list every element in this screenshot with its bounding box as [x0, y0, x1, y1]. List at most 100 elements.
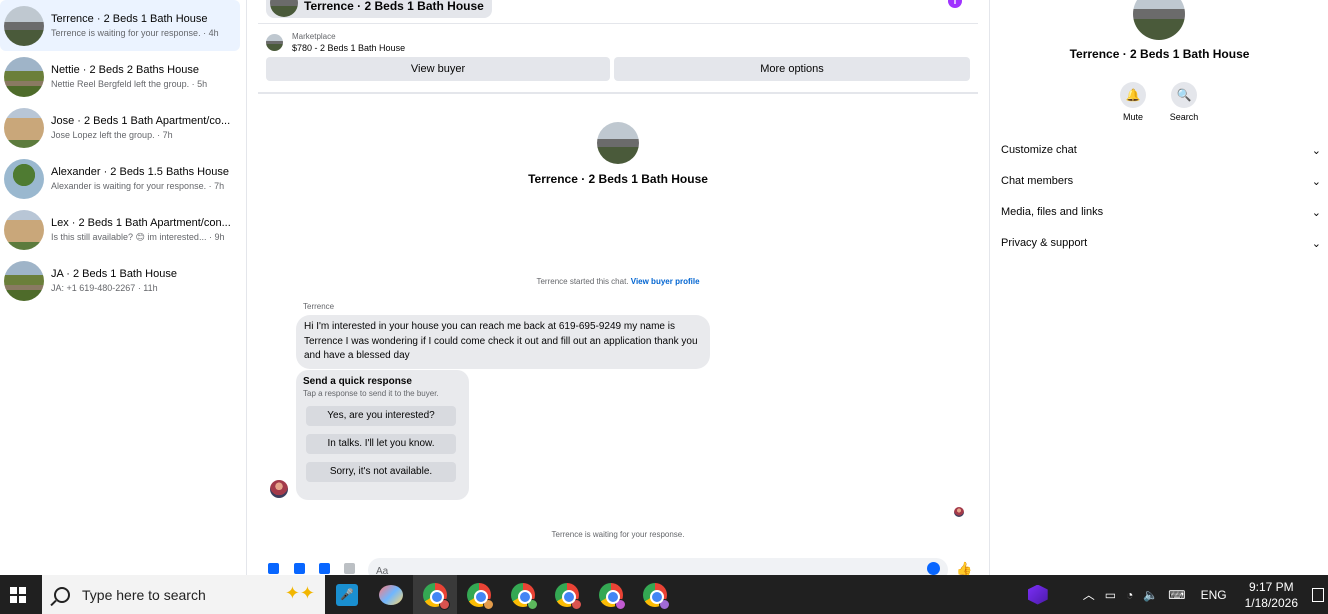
- avatar: [4, 260, 44, 301]
- quick-response-option[interactable]: In talks. I'll let you know.: [306, 434, 456, 454]
- conversation-item[interactable]: Jose · 2 Beds 1 Bath Apartment/co... Jos…: [0, 102, 246, 153]
- message-composer: Aa 👍: [258, 558, 978, 575]
- chrome-icon: [555, 582, 582, 610]
- taskbar: Type here to search ✦✦ 🎤 ︿ ▭ ◔ 🔈 ⌨ ENG 9…: [0, 575, 1328, 614]
- read-receipt-avatar: [954, 507, 964, 517]
- mute-action[interactable]: 🔔 Mute: [1113, 82, 1153, 122]
- waiting-notice: Terrence is waiting for your response.: [551, 530, 685, 539]
- chat-header-pill[interactable]: Terrence · 2 Beds 1 Bath House: [266, 0, 492, 18]
- marketplace-label: Marketplace: [292, 32, 336, 41]
- taskbar-app-chrome[interactable]: [545, 575, 589, 614]
- volume-icon[interactable]: 🔈: [1143, 588, 1158, 602]
- wifi-icon[interactable]: ◔: [1126, 588, 1133, 602]
- details-panel: Terrence · 2 Beds 1 Bath House 🔔 Mute 🔍 …: [989, 0, 1328, 575]
- conversation-subtitle: Alexander is waiting for your response. …: [51, 181, 225, 191]
- conversation-item[interactable]: Terrence · 2 Beds 1 Bath House Terrence …: [0, 0, 240, 51]
- clock-date: 1/18/2026: [1244, 595, 1298, 610]
- taskbar-app-chrome[interactable]: [633, 575, 677, 614]
- view-buyer-profile-link[interactable]: View buyer profile: [631, 277, 700, 286]
- sparkle-icon: ✦✦: [284, 583, 315, 603]
- conversation-title: JA · 2 Beds 1 Bath House: [51, 268, 177, 280]
- section-label: Privacy & support: [1001, 237, 1088, 249]
- listing-thumbnail: [266, 34, 283, 51]
- start-button[interactable]: [0, 575, 36, 614]
- conversation-item[interactable]: JA · 2 Beds 1 Bath House JA: +1 619-480-…: [0, 255, 246, 306]
- section-privacy-support[interactable]: Privacy & support ⌄: [1001, 233, 1321, 253]
- notification-icon[interactable]: [1312, 587, 1324, 602]
- quick-response-option[interactable]: Yes, are you interested?: [306, 406, 456, 426]
- section-media-files-links[interactable]: Media, files and links ⌄: [1001, 202, 1321, 222]
- view-buyer-button[interactable]: View buyer: [266, 57, 610, 81]
- quick-response-subtitle: Tap a response to send it to the buyer.: [303, 389, 439, 398]
- quick-response-option[interactable]: Sorry, it's not available.: [306, 462, 456, 482]
- search-action[interactable]: 🔍 Search: [1164, 82, 1204, 122]
- section-customize-chat[interactable]: Customize chat ⌄: [1001, 140, 1321, 160]
- listing-title[interactable]: $780 - 2 Beds 1 Bath House: [292, 43, 405, 53]
- conversation-item[interactable]: Alexander · 2 Beds 1.5 Baths House Alexa…: [0, 153, 246, 204]
- taskbar-search-placeholder: Type here to search: [82, 586, 206, 603]
- more-options-button[interactable]: More options: [614, 57, 970, 81]
- taskbar-app-voice[interactable]: 🎤: [325, 575, 369, 614]
- conversation-item[interactable]: Lex · 2 Beds 1 Bath Apartment/con... Is …: [0, 204, 246, 255]
- keyboard-icon[interactable]: ⌨: [1168, 588, 1185, 602]
- conversation-subtitle: Is this still available? 😊 im interested…: [51, 231, 225, 242]
- bell-icon: 🔔: [1120, 82, 1146, 108]
- taskbar-app-chrome[interactable]: [457, 575, 501, 614]
- sticker-icon[interactable]: [319, 563, 330, 574]
- section-label: Chat members: [1001, 175, 1074, 187]
- avatar[interactable]: [597, 122, 639, 164]
- taskbar-search[interactable]: Type here to search ✦✦: [42, 575, 325, 614]
- taskbar-app-chrome[interactable]: [413, 575, 457, 614]
- taskbar-app-chrome[interactable]: [589, 575, 633, 614]
- image-icon[interactable]: [294, 563, 305, 574]
- conversation-subtitle: Nettie Reel Bergfeld left the group. · 5…: [51, 79, 208, 89]
- conversation-title: Alexander · 2 Beds 1.5 Baths House: [51, 166, 229, 178]
- taskbar-app-chrome[interactable]: [501, 575, 545, 614]
- conversation-title: Nettie · 2 Beds 2 Baths House: [51, 64, 199, 76]
- chrome-icon: [467, 582, 494, 610]
- conversation-item[interactable]: Nettie · 2 Beds 2 Baths House Nettie Ree…: [0, 51, 246, 102]
- clock[interactable]: 9:17 PM 1/18/2026: [1245, 579, 1298, 611]
- windows-icon: [10, 586, 26, 603]
- chat-pane: Terrence · 2 Beds 1 Bath House i Marketp…: [258, 0, 978, 575]
- message-input[interactable]: Aa: [368, 558, 948, 575]
- conversation-subtitle: Terrence is waiting for your response. ·…: [51, 28, 219, 38]
- chat-header: Terrence · 2 Beds 1 Bath House i: [258, 0, 978, 24]
- avatar: [4, 209, 44, 250]
- section-label: Media, files and links: [1001, 206, 1104, 218]
- conversation-subtitle: JA: +1 619-480-2267 · 11h: [51, 283, 158, 293]
- taskbar-app-paint[interactable]: [369, 575, 413, 614]
- emoji-icon[interactable]: [927, 562, 940, 575]
- paint-icon: [379, 584, 403, 605]
- like-icon[interactable]: 👍: [956, 561, 972, 575]
- language-indicator[interactable]: ENG: [1201, 588, 1227, 602]
- chat-profile-header: Terrence · 2 Beds 1 Bath House: [258, 122, 978, 186]
- chevron-up-icon[interactable]: ︿: [1083, 586, 1095, 603]
- chrome-icon: [599, 582, 626, 610]
- conversation-title: Lex · 2 Beds 1 Bath Apartment/con...: [51, 216, 231, 229]
- conversation-subtitle: Jose Lopez left the group. · 7h: [51, 130, 173, 140]
- section-chat-members[interactable]: Chat members ⌄: [1001, 171, 1321, 191]
- avatar: [4, 158, 44, 199]
- mic-icon[interactable]: [268, 563, 279, 574]
- avatar: [270, 0, 298, 17]
- battery-icon[interactable]: ▭: [1105, 588, 1116, 602]
- avatar[interactable]: [1133, 0, 1185, 40]
- section-label: Customize chat: [1001, 144, 1077, 156]
- info-icon[interactable]: i: [948, 0, 962, 8]
- started-text: Terrence started this chat.: [536, 277, 629, 286]
- system-tray: ︿ ▭ ◔ 🔈 ⌨ ENG 9:17 PM 1/18/2026: [1027, 575, 1328, 614]
- marketplace-listing: Marketplace $780 - 2 Beds 1 Bath House V…: [258, 24, 978, 94]
- app-tray-icon[interactable]: [1027, 584, 1048, 605]
- avatar: [4, 107, 44, 148]
- conversation-title: Terrence · 2 Beds 1 Bath House: [51, 13, 208, 25]
- search-label: Search: [1169, 112, 1199, 122]
- clock-time: 9:17 PM: [1248, 579, 1294, 594]
- sender-name: Terrence: [303, 302, 335, 311]
- message-bubble: Hi I'm interested in your house you can …: [296, 315, 710, 369]
- chat-header-title: Terrence · 2 Beds 1 Bath House: [304, 0, 484, 13]
- sender-avatar: [270, 480, 288, 498]
- gif-icon[interactable]: [344, 563, 355, 574]
- chevron-down-icon: ⌄: [1311, 175, 1321, 188]
- details-name: Terrence · 2 Beds 1 Bath House: [1069, 47, 1250, 61]
